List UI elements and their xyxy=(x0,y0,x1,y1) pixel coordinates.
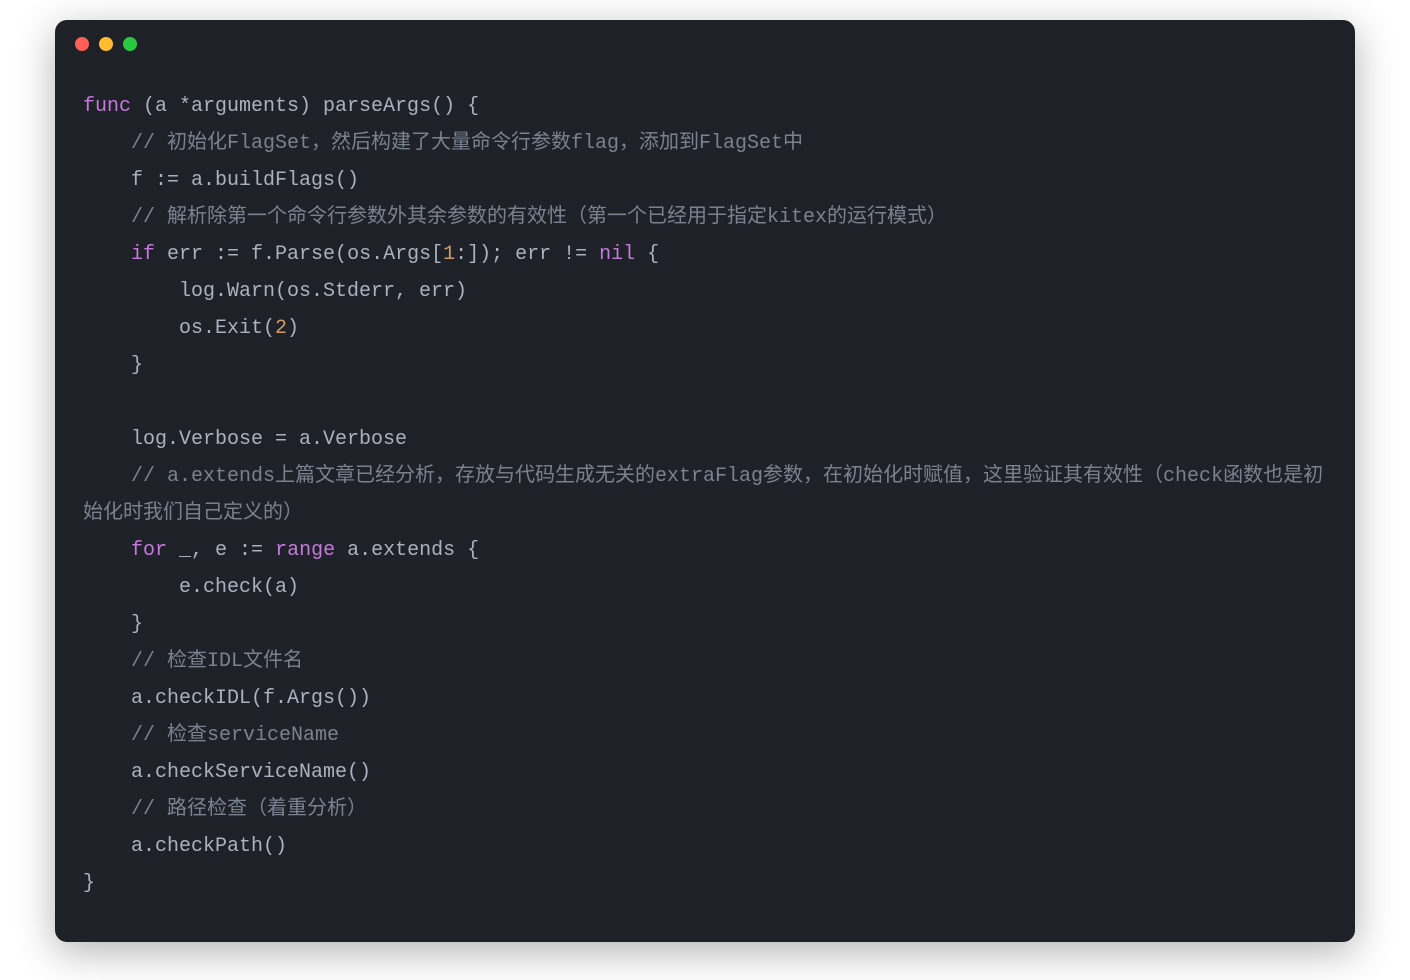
code-token-kw: for xyxy=(131,539,167,562)
maximize-icon[interactable] xyxy=(123,37,137,51)
code-token-ident: :]); err != xyxy=(455,243,599,266)
code-token-comment: // 路径检查（着重分析） xyxy=(83,798,367,821)
code-token-ident: } xyxy=(83,613,143,636)
code-token-kw: if xyxy=(131,243,155,266)
code-token-comment: // 检查serviceName xyxy=(83,724,339,747)
code-area: func (a *arguments) parseArgs() { // 初始化… xyxy=(55,68,1355,942)
code-token-comment: // 解析除第一个命令行参数外其余参数的有效性（第一个已经用于指定kitex的运… xyxy=(83,206,947,229)
code-token-comment: // 初始化FlagSet，然后构建了大量命令行参数flag，添加到FlagSe… xyxy=(83,132,803,155)
code-token-ident: f := a.buildFlags() xyxy=(83,169,359,192)
code-token-kw: func xyxy=(83,95,131,118)
code-window: func (a *arguments) parseArgs() { // 初始化… xyxy=(55,20,1355,942)
code-token-ident: os.Exit( xyxy=(83,317,275,340)
code-token-ident: a.checkIDL(f.Args()) xyxy=(83,687,371,710)
code-token-ident xyxy=(83,243,131,266)
code-token-ident: ) xyxy=(287,317,299,340)
minimize-icon[interactable] xyxy=(99,37,113,51)
code-token-ident: } xyxy=(83,354,143,377)
code-token-ident: _, e := xyxy=(167,539,275,562)
titlebar xyxy=(55,20,1355,68)
code-token-ident: e.check(a) xyxy=(83,576,299,599)
code-token-ident: { xyxy=(635,243,659,266)
code-token-ident: log.Warn(os.Stderr, err) xyxy=(83,280,467,303)
code-token-comment: // a.extends上篇文章已经分析，存放与代码生成无关的extraFlag… xyxy=(83,465,1323,525)
code-token-ident xyxy=(83,539,131,562)
code-token-ident: log.Verbose = a.Verbose xyxy=(83,428,407,451)
code-token-kw: range xyxy=(275,539,335,562)
code-token-ident: a.checkPath() xyxy=(83,835,287,858)
code-token-ident: a.checkServiceName() xyxy=(83,761,371,784)
code-token-kw: nil xyxy=(599,243,635,266)
code-token-num: 2 xyxy=(275,317,287,340)
code-token-comment: // 检查IDL文件名 xyxy=(83,650,303,673)
close-icon[interactable] xyxy=(75,37,89,51)
code-token-num: 1 xyxy=(443,243,455,266)
code-token-ident: err := f.Parse(os.Args[ xyxy=(155,243,443,266)
code-token-ident: (a *arguments) parseArgs() { xyxy=(131,95,479,118)
code-token-ident: a.extends { xyxy=(335,539,479,562)
code-token-ident: } xyxy=(83,872,95,895)
